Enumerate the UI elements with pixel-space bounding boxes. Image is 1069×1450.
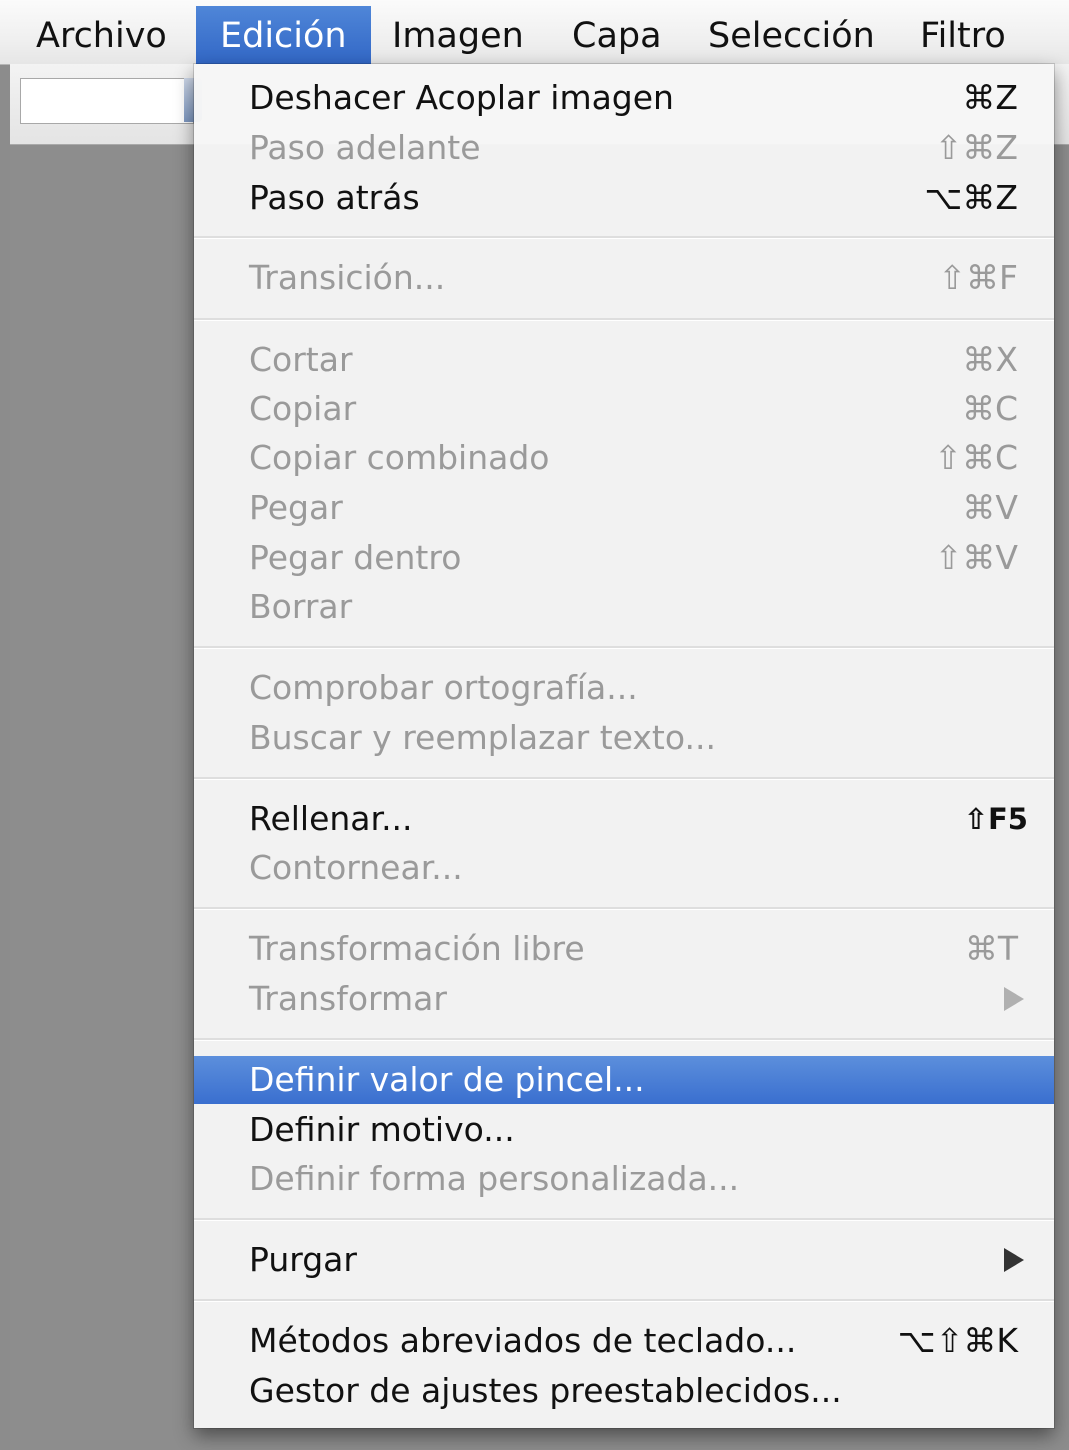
- menu-item-purgar[interactable]: Purgar: [194, 1236, 1054, 1284]
- menu-item-definir-forma[interactable]: Definir forma personalizada...: [194, 1155, 1054, 1203]
- menu-item-label: Paso atrás: [249, 178, 420, 217]
- menu-item-definir-valor-pincel[interactable]: Definir valor de pincel...: [194, 1056, 1054, 1104]
- menu-item-comprobar-ortografia[interactable]: Comprobar ortografía...: [194, 664, 1054, 712]
- menu-item-borrar[interactable]: Borrar: [194, 583, 1054, 631]
- menu-item-label: Gestor de ajustes preestablecidos...: [249, 1371, 842, 1410]
- edicion-dropdown-menu: Deshacer Acoplar imagen ⌘Z Paso adelante…: [194, 64, 1054, 1428]
- menu-item-pegar[interactable]: Pegar ⌘V: [194, 484, 1054, 532]
- menu-item-copiar[interactable]: Copiar ⌘C: [194, 385, 1054, 433]
- tool-preset-field[interactable]: [20, 78, 194, 124]
- submenu-arrow-icon: [1004, 987, 1024, 1011]
- menu-item-transicion[interactable]: Transición... ⇧⌘F: [194, 254, 1054, 302]
- submenu-arrow-icon: [1004, 1248, 1024, 1272]
- menu-item-label: Comprobar ortografía...: [249, 668, 638, 707]
- menu-item-definir-motivo[interactable]: Definir motivo...: [194, 1106, 1054, 1154]
- menu-edicion[interactable]: Edición: [196, 6, 371, 70]
- menu-item-label: Contornear...: [249, 848, 463, 887]
- menu-item-shortcut: ⇧⌘F: [938, 258, 1018, 297]
- menu-item-paso-atras[interactable]: Paso atrás ⌥⌘Z: [194, 174, 1054, 222]
- menu-item-shortcut: ⌘X: [962, 340, 1018, 379]
- menu-item-shortcut: ⌘V: [962, 488, 1018, 527]
- menu-item-shortcut: ⌘Z: [962, 78, 1018, 117]
- menu-item-shortcut: ⇧F5: [963, 802, 1028, 836]
- menu-item-label: Transición...: [249, 258, 446, 297]
- menu-separator: [194, 907, 1054, 910]
- menu-item-label: Purgar: [249, 1240, 357, 1279]
- menu-item-rellenar[interactable]: Rellenar... ⇧F5: [194, 795, 1054, 843]
- menu-item-label: Definir valor de pincel...: [249, 1060, 645, 1099]
- menu-item-label: Transformación libre: [249, 929, 585, 968]
- menu-item-contornear[interactable]: Contornear...: [194, 844, 1054, 892]
- menu-item-transformacion-libre[interactable]: Transformación libre ⌘T: [194, 925, 1054, 973]
- menu-item-buscar-reemplazar[interactable]: Buscar y reemplazar texto...: [194, 714, 1054, 762]
- menu-item-label: Pegar: [249, 488, 343, 527]
- menu-item-shortcut: ⌥⌘Z: [924, 178, 1018, 217]
- menu-item-label: Transformar: [249, 979, 447, 1018]
- menu-item-shortcut: ⇧⌘Z: [934, 128, 1018, 167]
- menu-item-shortcut: ⇧⌘C: [934, 438, 1018, 477]
- menu-separator: [194, 236, 1054, 239]
- menu-item-label: Cortar: [249, 340, 353, 379]
- menu-filtro[interactable]: Filtro: [920, 0, 1006, 64]
- menu-item-transformar[interactable]: Transformar: [194, 975, 1054, 1023]
- menu-archivo[interactable]: Archivo: [36, 0, 167, 64]
- menu-separator: [194, 1218, 1054, 1221]
- menu-capa[interactable]: Capa: [572, 0, 662, 64]
- menu-item-copiar-combinado[interactable]: Copiar combinado ⇧⌘C: [194, 434, 1054, 482]
- menu-item-label: Buscar y reemplazar texto...: [249, 718, 716, 757]
- menu-item-label: Borrar: [249, 587, 353, 626]
- menu-imagen[interactable]: Imagen: [392, 0, 524, 64]
- menu-separator: [194, 1038, 1054, 1041]
- menu-item-label: Copiar combinado: [249, 438, 550, 477]
- menu-item-shortcut: ⌘T: [964, 929, 1018, 968]
- menu-item-label: Definir forma personalizada...: [249, 1159, 740, 1198]
- menu-item-label: Rellenar...: [249, 799, 413, 838]
- menu-item-label: Copiar: [249, 389, 357, 428]
- menu-bar: Archivo Edición Imagen Capa Selección Fi…: [0, 0, 1069, 70]
- menu-item-label: Deshacer Acoplar imagen: [249, 78, 674, 117]
- menu-item-label: Paso adelante: [249, 128, 481, 167]
- menu-item-gestor-ajustes[interactable]: Gestor de ajustes preestablecidos...: [194, 1367, 1054, 1415]
- menu-item-label: Pegar dentro: [249, 538, 462, 577]
- menu-item-deshacer[interactable]: Deshacer Acoplar imagen ⌘Z: [194, 74, 1054, 122]
- menu-item-label: Métodos abreviados de teclado...: [249, 1321, 797, 1360]
- menu-separator: [194, 777, 1054, 780]
- menu-item-paso-adelante[interactable]: Paso adelante ⇧⌘Z: [194, 124, 1054, 172]
- menu-item-shortcut: ⇧⌘V: [934, 538, 1018, 577]
- menu-item-shortcut: ⌘C: [961, 389, 1018, 428]
- menu-seleccion[interactable]: Selección: [708, 0, 875, 64]
- menu-separator: [194, 1299, 1054, 1302]
- menu-item-label: Definir motivo...: [249, 1110, 515, 1149]
- menu-item-pegar-dentro[interactable]: Pegar dentro ⇧⌘V: [194, 534, 1054, 582]
- menu-item-metodos-abreviados[interactable]: Métodos abreviados de teclado... ⌥⇧⌘K: [194, 1317, 1054, 1365]
- menu-separator: [194, 646, 1054, 649]
- menu-item-shortcut: ⌥⇧⌘K: [897, 1321, 1018, 1360]
- menu-item-cortar[interactable]: Cortar ⌘X: [194, 336, 1054, 384]
- menu-separator: [194, 318, 1054, 321]
